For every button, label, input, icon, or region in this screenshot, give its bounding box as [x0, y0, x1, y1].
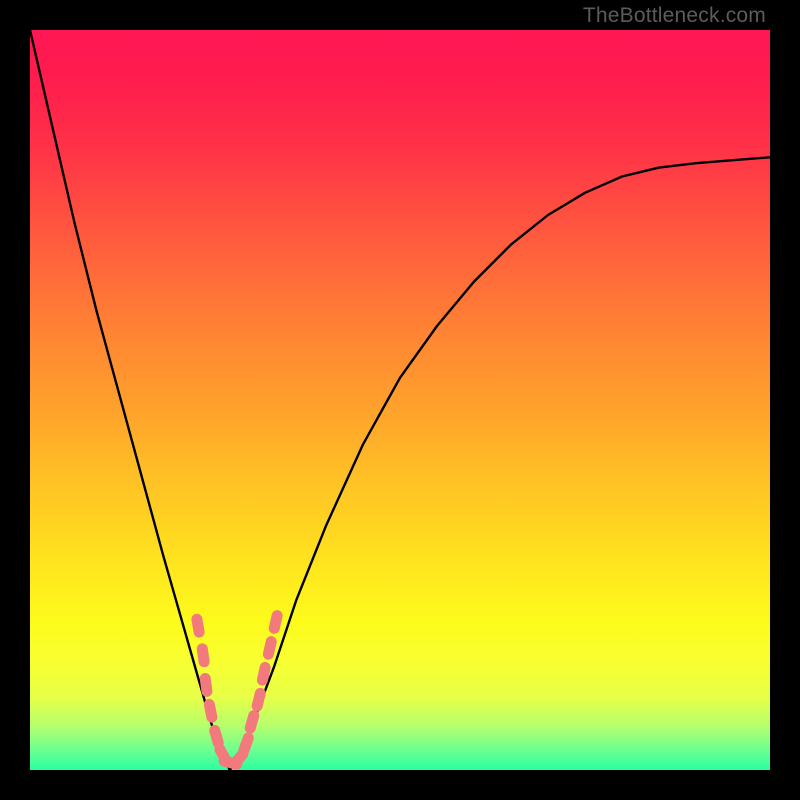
chart-svg	[30, 30, 770, 770]
watermark-text: TheBottleneck.com	[583, 4, 766, 28]
highlight-marker	[250, 687, 266, 713]
highlight-marker	[243, 709, 260, 735]
highlight-marker	[191, 613, 206, 639]
highlight-marker	[262, 635, 278, 661]
highlight-marker	[199, 672, 213, 697]
bottleneck-curve	[30, 30, 770, 770]
highlight-marker	[203, 698, 218, 724]
highlight-marker	[256, 661, 272, 687]
highlight-marker	[237, 731, 255, 757]
highlighted-points-group	[191, 609, 284, 772]
highlight-marker	[268, 609, 284, 635]
chart-frame	[30, 30, 770, 770]
highlight-marker	[196, 643, 210, 668]
